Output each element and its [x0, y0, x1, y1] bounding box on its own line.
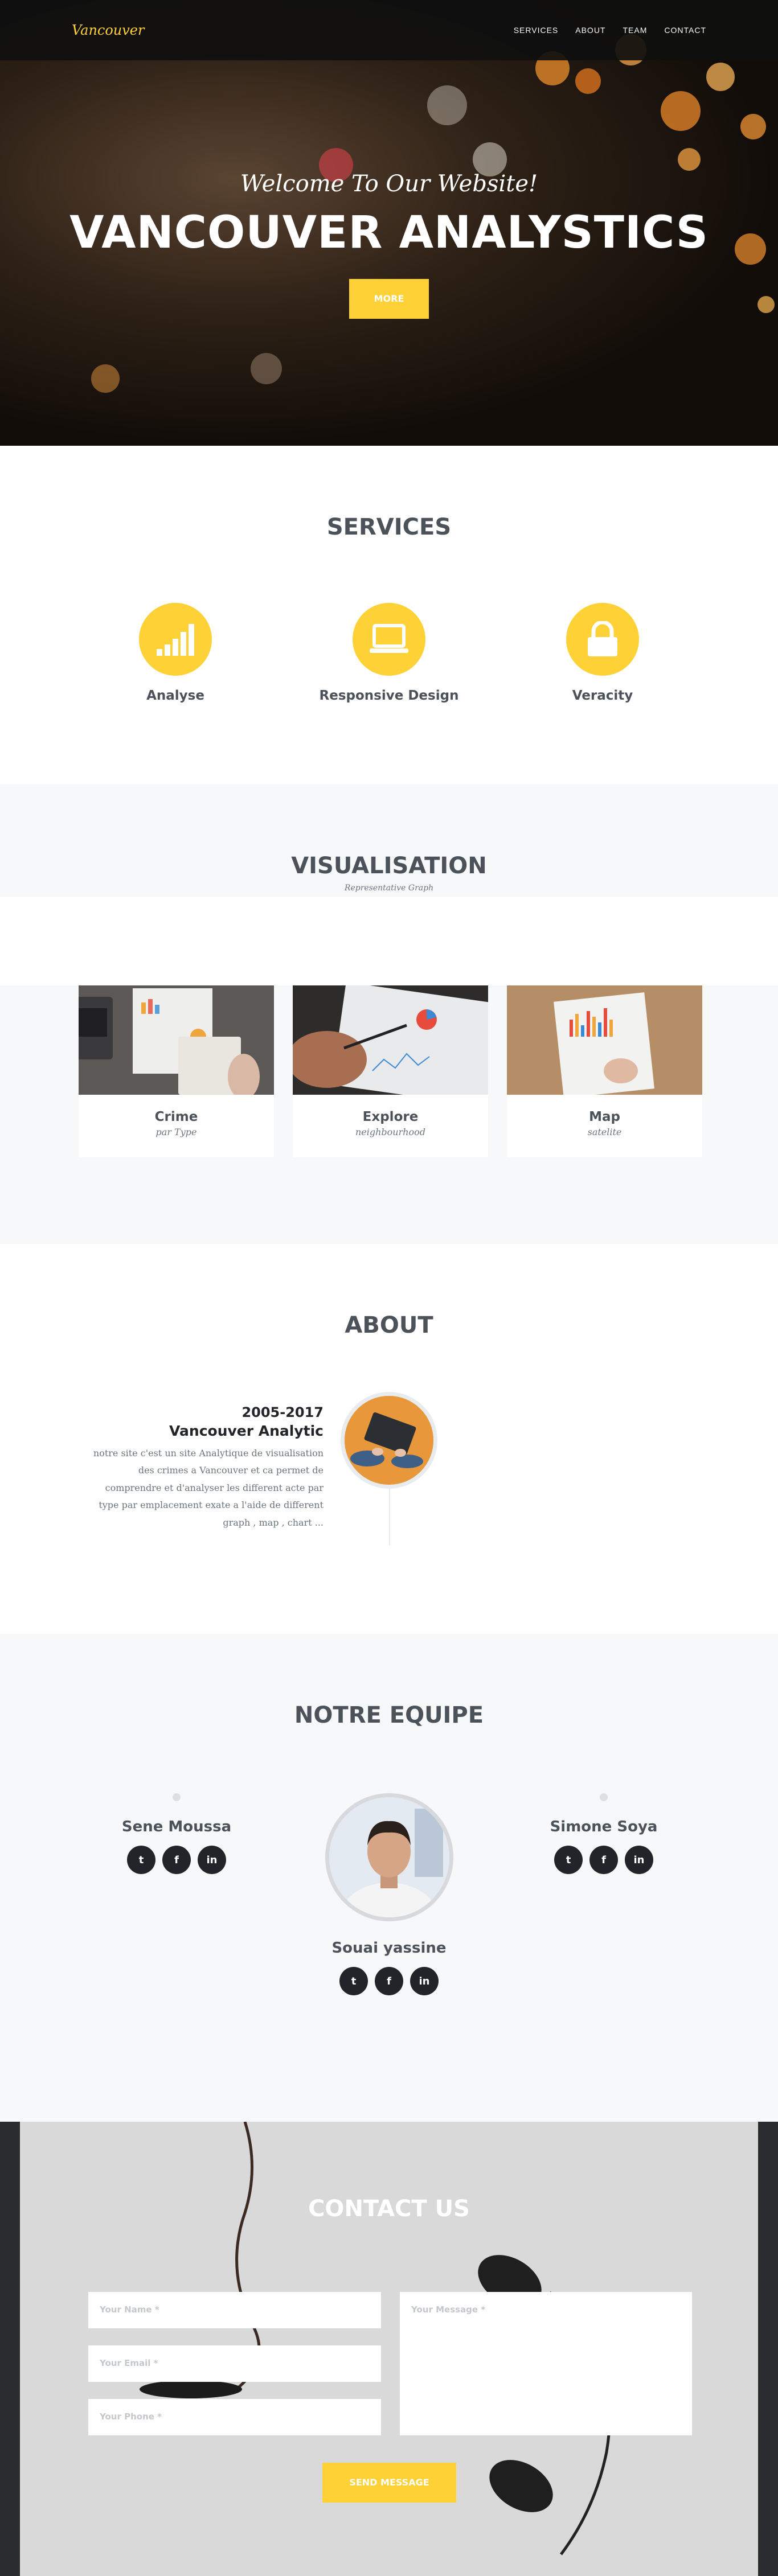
avatar	[325, 1793, 453, 1921]
visualisation-subtitle: Representative Graph	[344, 884, 434, 893]
timeline-heading: Vancouver Analytic	[169, 1423, 324, 1439]
phone-field[interactable]: Your Phone *	[88, 2399, 381, 2435]
visualisation-title: VISUALISATION	[291, 853, 487, 879]
service-label: Responsive Design	[319, 688, 459, 703]
send-message-button[interactable]: SEND MESSAGE	[322, 2463, 456, 2503]
hero-title: VANCOUVER ANALYSTICS	[69, 207, 709, 258]
timeline-image	[341, 1392, 437, 1489]
bokeh-light	[91, 364, 120, 393]
contact-section: CONTACT US Your Name * Your Email * Your…	[0, 2122, 778, 2576]
card-title: Map	[589, 1110, 620, 1124]
card-image-explore	[293, 985, 488, 1095]
team-title: NOTRE EQUIPE	[294, 1702, 484, 1728]
email-field[interactable]: Your Email *	[88, 2345, 381, 2382]
services-section: SERVICES Analyse Responsive Design Verac…	[0, 446, 778, 784]
card-body: Explore neighbourhood	[293, 1095, 488, 1157]
social-links: t f in	[292, 1967, 486, 1995]
card-explore[interactable]: Explore neighbourhood	[293, 985, 488, 1157]
white-band	[0, 897, 778, 985]
service-veracity: Veracity	[496, 603, 710, 703]
linkedin-icon[interactable]: in	[198, 1846, 226, 1874]
team-member: Souai yassine t f in	[292, 1793, 486, 1995]
card-image-map	[507, 985, 702, 1095]
avatar-placeholder	[173, 1793, 181, 1801]
linkedin-icon[interactable]: in	[410, 1967, 439, 1995]
bokeh-light	[740, 114, 766, 139]
bokeh-light	[706, 63, 735, 91]
about-title: ABOUT	[345, 1312, 433, 1338]
message-field[interactable]: Your Message *	[400, 2292, 692, 2435]
card-subtitle: neighbourhood	[355, 1127, 426, 1137]
visualisation-section: VISUALISATION Representative Graph Crime…	[0, 784, 778, 1244]
lock-icon	[566, 603, 639, 676]
services-title: SERVICES	[326, 514, 452, 540]
service-label: Analyse	[146, 688, 204, 703]
service-label: Veracity	[572, 688, 633, 703]
team-member: Simone Soya t f in	[507, 1793, 701, 1874]
services-row: Analyse Responsive Design Veracity	[0, 603, 778, 703]
contact-background: CONTACT US Your Name * Your Email * Your…	[20, 2122, 758, 2576]
avatar-placeholder	[600, 1793, 608, 1801]
member-name: Souai yassine	[331, 1940, 447, 1957]
social-links: t f in	[507, 1846, 701, 1874]
card-title: Crime	[154, 1110, 198, 1124]
more-button[interactable]: MORE	[349, 279, 429, 319]
nav-link-about[interactable]: ABOUT	[575, 26, 605, 35]
member-name: Sene Moussa	[121, 1818, 232, 1835]
service-responsive: Responsive Design	[282, 603, 496, 703]
hero-subtitle: Welcome To Our Website!	[240, 171, 538, 197]
nav-links: SERVICES ABOUT TEAM CONTACT	[514, 26, 706, 35]
card-title: Explore	[362, 1110, 419, 1124]
facebook-icon[interactable]: f	[589, 1846, 618, 1874]
team-member: Sene Moussa t f in	[80, 1793, 273, 1874]
linkedin-icon[interactable]: in	[625, 1846, 653, 1874]
bokeh-light	[575, 68, 601, 94]
navbar: Vancouver SERVICES ABOUT TEAM CONTACT	[0, 0, 778, 60]
contact-title: CONTACT US	[308, 2196, 470, 2222]
bokeh-light	[427, 85, 467, 125]
laptop-icon	[353, 603, 425, 676]
bokeh-light	[678, 148, 701, 171]
nav-link-services[interactable]: SERVICES	[514, 26, 559, 35]
card-body: Crime par Type	[79, 1095, 274, 1157]
twitter-icon[interactable]: t	[554, 1846, 583, 1874]
name-field[interactable]: Your Name *	[88, 2292, 381, 2328]
hero-section: Welcome To Our Website! VANCOUVER ANALYS…	[0, 0, 778, 446]
social-links: t f in	[80, 1846, 273, 1874]
visualisation-cards: Crime par Type Explore neighbourhood Map…	[79, 985, 702, 1157]
member-name: Simone Soya	[550, 1818, 658, 1835]
timeline-year: 2005-2017	[241, 1404, 324, 1420]
hero-content: Welcome To Our Website! VANCOUVER ANALYS…	[0, 171, 778, 319]
card-crime[interactable]: Crime par Type	[79, 985, 274, 1157]
card-map[interactable]: Map satelite	[507, 985, 702, 1157]
card-body: Map satelite	[507, 1095, 702, 1157]
team-section: NOTRE EQUIPE Sene Moussa t f in Souai ya…	[0, 1634, 778, 2122]
bar-chart-icon	[139, 603, 212, 676]
nav-link-team[interactable]: TEAM	[623, 26, 647, 35]
card-subtitle: par Type	[155, 1127, 197, 1137]
service-analyse: Analyse	[69, 603, 282, 703]
about-section: ABOUT 2005-2017 Vancouver Analytic notre…	[0, 1244, 778, 1634]
nav-link-contact[interactable]: CONTACT	[664, 26, 706, 35]
twitter-icon[interactable]: t	[127, 1846, 155, 1874]
card-subtitle: satelite	[587, 1127, 622, 1137]
facebook-icon[interactable]: f	[375, 1967, 403, 1995]
twitter-icon[interactable]: t	[339, 1967, 368, 1995]
facebook-icon[interactable]: f	[162, 1846, 191, 1874]
bokeh-light	[661, 91, 701, 131]
card-image-crime	[79, 985, 274, 1095]
brand-logo[interactable]: Vancouver	[72, 22, 144, 38]
timeline-description: notre site c'est un site Analytique de v…	[93, 1448, 324, 1528]
timeline-entry: 2005-2017 Vancouver Analytic notre site …	[91, 1404, 324, 1531]
bokeh-light	[251, 353, 282, 384]
